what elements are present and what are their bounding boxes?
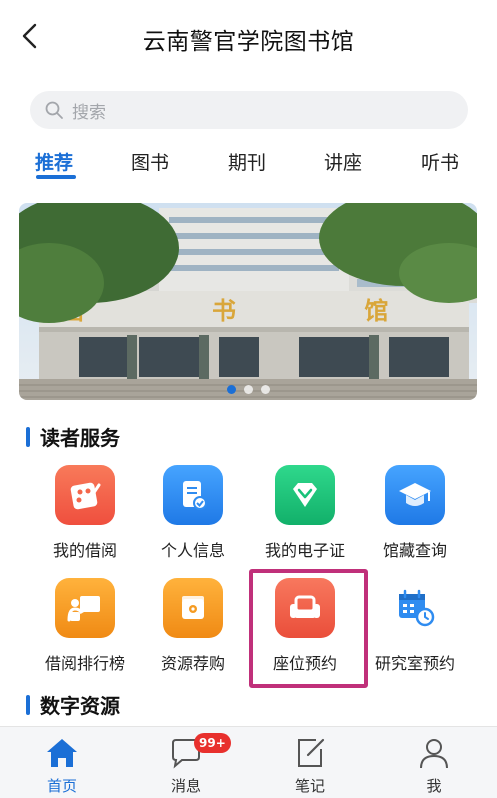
service-label: 个人信息 [160, 541, 225, 560]
user-icon [420, 739, 448, 769]
section-title-text: 数字资源 [40, 694, 120, 718]
diamond-icon [275, 465, 335, 525]
palette-icon [55, 465, 115, 525]
tab-books[interactable]: 图书 [131, 148, 169, 175]
service-resource-recommend[interactable]: 资源荐购 [138, 578, 248, 688]
tab-lectures[interactable]: 讲座 [324, 148, 362, 175]
section-digital-resources: 数字资源 [26, 690, 120, 719]
service-label: 资源荐购 [160, 654, 225, 673]
tabbar-messages[interactable]: 99+ 消息 [124, 727, 248, 798]
tabbar-label: 我 [426, 777, 442, 795]
section-bar [26, 694, 30, 715]
library-building-image: 图 书 馆 [19, 203, 477, 400]
active-tab-indicator [36, 175, 76, 179]
tab-journals[interactable]: 期刊 [228, 148, 266, 175]
tab-audiobooks[interactable]: 听书 [421, 148, 459, 175]
section-bar [26, 426, 30, 447]
banner-carousel[interactable]: 图 书 馆 [19, 203, 477, 400]
tabbar-label: 首页 [46, 777, 77, 795]
banner-sign: 图 书 馆 [60, 296, 449, 325]
tabbar-home[interactable]: 首页 [0, 727, 124, 798]
profile-card-icon [163, 465, 223, 525]
tab-recommend[interactable]: 推荐 [35, 148, 73, 175]
search-icon [45, 101, 63, 119]
unread-badge: 99+ [194, 733, 231, 753]
carousel-dot[interactable] [226, 385, 236, 394]
service-catalog-search[interactable]: 馆藏查询 [360, 465, 470, 575]
note-edit-icon [298, 738, 325, 767]
graduation-cap-icon [385, 465, 445, 525]
service-e-card[interactable]: 我的电子证 [250, 465, 360, 575]
carousel-dot[interactable] [243, 385, 253, 394]
service-label: 研究室预约 [374, 654, 455, 673]
carousel-dots [19, 385, 477, 394]
calendar-clock-icon [385, 578, 445, 638]
section-reader-services: 读者服务 [26, 422, 120, 451]
service-study-room-reservation[interactable]: 研究室预约 [360, 578, 470, 688]
app-header: 云南警官学院图书馆 [0, 0, 497, 70]
seat-reservation-highlight-box [249, 569, 368, 688]
tabbar-me[interactable]: 我 [372, 727, 496, 798]
presenter-board-icon [55, 578, 115, 638]
bottom-tab-bar: 首页 99+ 消息 笔记 我 [0, 726, 497, 798]
section-title-text: 读者服务 [40, 426, 120, 450]
service-my-borrowing[interactable]: 我的借阅 [30, 465, 140, 575]
service-borrow-ranking[interactable]: 借阅排行榜 [30, 578, 140, 688]
service-personal-info[interactable]: 个人信息 [138, 465, 248, 575]
home-icon [47, 739, 77, 767]
tabbar-label: 消息 [170, 777, 201, 795]
tabbar-notes[interactable]: 笔记 [248, 727, 372, 798]
tabbar-label: 笔记 [294, 777, 325, 795]
recommend-box-icon [163, 578, 223, 638]
carousel-dot[interactable] [260, 385, 270, 394]
page-title: 云南警官学院图书馆 [142, 29, 355, 55]
search-placeholder: 搜索 [72, 102, 106, 123]
service-label: 馆藏查询 [382, 541, 447, 560]
search-input[interactable]: 搜索 [30, 91, 468, 129]
